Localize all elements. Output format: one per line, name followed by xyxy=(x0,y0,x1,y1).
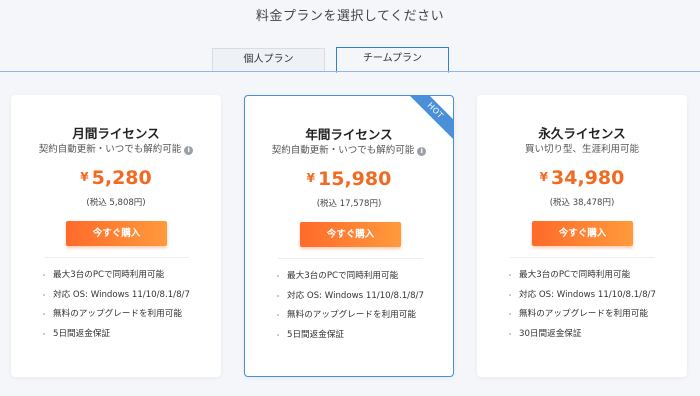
list-item: 30日間返金保証 xyxy=(509,328,679,348)
feature-text: 最大3台のPCで同時利用可能 xyxy=(519,270,631,280)
feature-text: 対応 OS: Windows 11/10/8.1/8/7 xyxy=(287,290,424,301)
price-tax-included: (税込 38,478円) xyxy=(549,198,615,208)
feature-list: 最大3台のPCで同時利用可能 対応 OS: Windows 11/10/8.1/… xyxy=(509,269,679,347)
price-amount: 34,980 xyxy=(551,167,625,189)
plan-subtitle-text: 契約自動更新・いつでも解約可能 xyxy=(271,145,415,156)
bullet-icon xyxy=(43,293,45,296)
price-amount: 15,980 xyxy=(318,168,392,190)
plan-card-annual: HOT 年間ライセンス 契約自動更新・いつでも解約可能 i ¥15,980 (税込… xyxy=(244,95,454,377)
bullet-icon xyxy=(277,294,279,297)
feature-text: 無料のアップグレードを利用可能 xyxy=(287,310,416,320)
list-item: 対応 OS: Windows 11/10/8.1/8/7 xyxy=(43,289,213,309)
tab-personal-plan[interactable]: 個人プラン xyxy=(212,48,325,72)
list-item: 無料のアップグレードを利用可能 xyxy=(43,308,213,328)
price-tax-included: (税込 5,808円) xyxy=(86,198,146,208)
tabs-divider xyxy=(0,71,700,72)
list-item: 無料のアップグレードを利用可能 xyxy=(509,308,679,328)
card-divider xyxy=(44,257,189,258)
list-item: 対応 OS: Windows 11/10/8.1/8/7 xyxy=(277,290,447,310)
info-icon[interactable]: i xyxy=(417,147,427,156)
card-divider xyxy=(278,258,423,259)
plan-subtitle-text: 契約自動更新・いつでも解約可能 xyxy=(38,144,182,155)
currency-symbol: ¥ xyxy=(539,170,549,184)
bullet-icon xyxy=(509,313,511,315)
bullet-icon xyxy=(509,274,511,276)
plan-card-monthly: 月間ライセンス 契約自動更新・いつでも解約可能 i ¥5,280 (税込 5,80… xyxy=(11,95,221,377)
feature-list: 最大3台のPCで同時利用可能 対応 OS: Windows 11/10/8.1/… xyxy=(43,269,213,347)
page-title: 料金プランを選択してください xyxy=(255,9,445,24)
feature-text: 無料のアップグレードを利用可能 xyxy=(519,309,648,319)
feature-text: 最大3台のPCで同時利用可能 xyxy=(53,270,165,280)
feature-text: 無料のアップグレードを利用可能 xyxy=(53,309,182,319)
plan-price: ¥5,280 xyxy=(11,167,221,189)
plan-price: ¥15,980 xyxy=(245,168,453,190)
plan-card-perpetual: 永久ライセンス 買い切り型、生涯利用可能 ¥34,980 (税込 38,478円… xyxy=(477,95,687,377)
bullet-icon xyxy=(277,314,279,316)
feature-text: 5日間返金保証 xyxy=(53,328,111,339)
price-amount: 5,280 xyxy=(91,167,152,189)
plan-subtitle: 買い切り型、生涯利用可能 xyxy=(477,141,687,155)
bullet-icon xyxy=(277,275,279,277)
buy-now-button[interactable]: 今すぐ購入 xyxy=(66,221,167,246)
list-item: 5日間返金保証 xyxy=(277,329,447,349)
feature-text: 対応 OS: Windows 11/10/8.1/8/7 xyxy=(53,289,190,300)
bullet-icon xyxy=(509,293,511,296)
list-item: 5日間返金保証 xyxy=(43,328,213,348)
price-tax-included: (税込 17,578円) xyxy=(316,199,382,209)
list-item: 対応 OS: Windows 11/10/8.1/8/7 xyxy=(509,289,679,309)
feature-text: 対応 OS: Windows 11/10/8.1/8/7 xyxy=(519,289,656,300)
bullet-icon xyxy=(43,332,45,335)
plan-title: 年間ライセンス xyxy=(305,127,393,142)
plan-title: 永久ライセンス xyxy=(538,126,626,141)
buy-now-button[interactable]: 今すぐ購入 xyxy=(532,221,633,246)
buy-now-button[interactable]: 今すぐ購入 xyxy=(300,222,401,247)
list-item: 最大3台のPCで同時利用可能 xyxy=(277,270,447,290)
bullet-icon xyxy=(43,274,45,276)
feature-text: 30日間返金保証 xyxy=(519,328,582,339)
list-item: 最大3台のPCで同時利用可能 xyxy=(43,269,213,289)
bullet-icon xyxy=(43,313,45,315)
bullet-icon xyxy=(277,333,279,336)
feature-text: 5日間返金保証 xyxy=(287,329,345,340)
plan-subtitle: 契約自動更新・いつでも解約可能 i xyxy=(245,142,453,156)
plan-subtitle-text: 買い切り型、生涯利用可能 xyxy=(524,144,639,155)
card-divider xyxy=(510,257,655,258)
plan-price: ¥34,980 xyxy=(477,167,687,189)
plan-title: 月間ライセンス xyxy=(72,126,160,141)
info-icon[interactable]: i xyxy=(184,146,194,155)
list-item: 最大3台のPCで同時利用可能 xyxy=(509,269,679,289)
bullet-icon xyxy=(509,332,511,335)
feature-list: 最大3台のPCで同時利用可能 対応 OS: Windows 11/10/8.1/… xyxy=(277,270,447,348)
currency-symbol: ¥ xyxy=(80,170,89,184)
currency-symbol: ¥ xyxy=(306,171,316,185)
feature-text: 最大3台のPCで同時利用可能 xyxy=(287,271,399,281)
list-item: 無料のアップグレードを利用可能 xyxy=(277,309,447,329)
tab-team-plan[interactable]: チームプラン xyxy=(336,47,449,73)
plan-subtitle: 契約自動更新・いつでも解約可能 i xyxy=(11,141,221,155)
